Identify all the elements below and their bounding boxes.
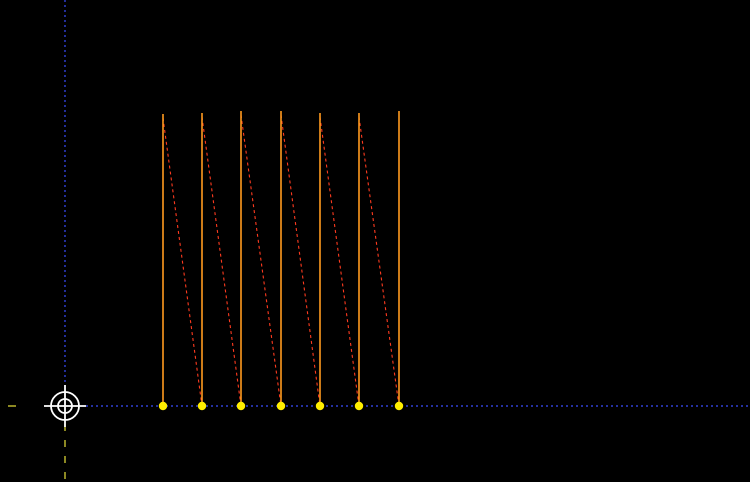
start-point-marker[interactable] <box>236 401 246 411</box>
start-point-marker[interactable] <box>394 401 404 411</box>
start-point-marker[interactable] <box>315 401 325 411</box>
start-point-marker[interactable] <box>276 401 286 411</box>
toolpath-canvas[interactable] <box>0 0 750 482</box>
cam-viewport[interactable] <box>0 0 750 482</box>
start-point-marker[interactable] <box>197 401 207 411</box>
start-point-marker[interactable] <box>354 401 364 411</box>
viewport-background <box>0 0 750 482</box>
start-point-marker[interactable] <box>158 401 168 411</box>
